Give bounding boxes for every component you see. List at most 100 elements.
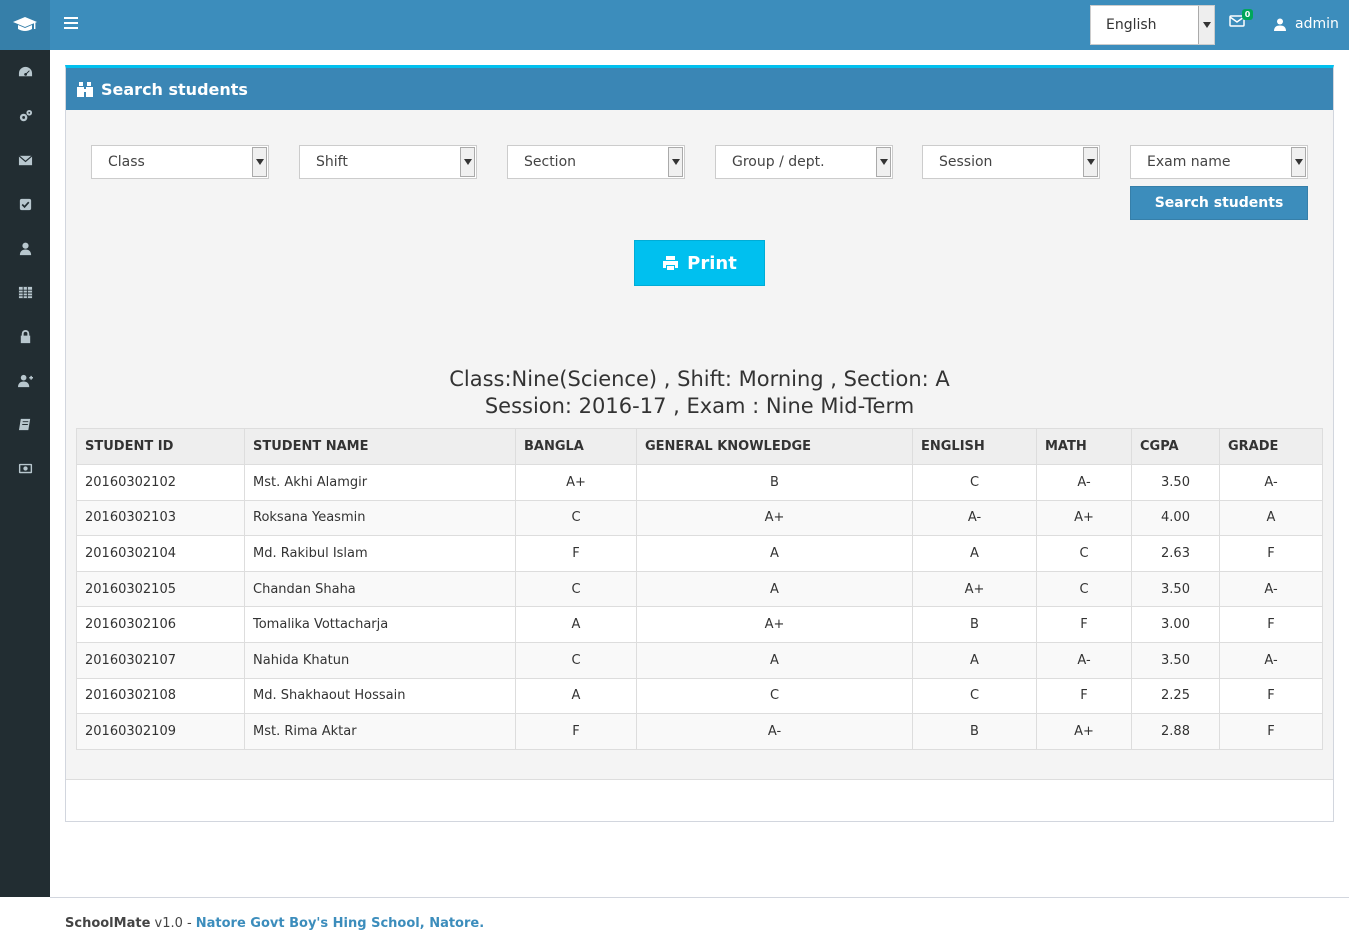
table-cell: A+ <box>636 499 913 537</box>
column-header: STUDENT ID <box>76 428 245 465</box>
session-select-value: Session <box>939 154 993 170</box>
table-cell: A- <box>1219 570 1323 608</box>
sidebar-item-books[interactable] <box>0 402 50 446</box>
language-select-value: English <box>1106 17 1157 33</box>
user-icon <box>19 242 31 255</box>
chevron-down-icon <box>1291 147 1306 177</box>
table-cell: 20160302105 <box>76 570 245 608</box>
table-row: 20160302108 Md. Shakhaout Hossain A C C F 2.25… <box>76 677 1323 715</box>
table-cell: Md. Rakibul Islam <box>244 535 516 572</box>
table-cell: 20160302106 <box>76 606 245 643</box>
table-cell: C <box>515 641 637 679</box>
footer-school-link[interactable]: Natore Govt Boy's Hing School, Natore. <box>196 916 484 931</box>
table-cell: C <box>515 499 637 537</box>
table-cell: F <box>1219 677 1323 715</box>
table-cell: 20160302109 <box>76 713 245 750</box>
chevron-down-icon <box>1083 147 1098 177</box>
sidebar-item-settings[interactable] <box>0 94 50 138</box>
session-select[interactable]: Session <box>922 145 1100 179</box>
chevron-down-icon <box>252 147 267 177</box>
shift-select[interactable]: Shift <box>299 145 477 179</box>
print-button[interactable]: Print <box>634 240 765 286</box>
table-cell: A- <box>912 499 1037 537</box>
messages-button[interactable]: 0 <box>1229 9 1253 34</box>
table-cell: 2.88 <box>1131 713 1220 750</box>
table-cell: A <box>912 535 1037 572</box>
table-cell: 20160302107 <box>76 641 245 679</box>
chevron-down-icon <box>876 147 891 177</box>
table-cell: A <box>515 606 637 643</box>
table-cell: A- <box>1219 641 1323 679</box>
table-row: 20160302106 Tomalika Vottacharja A A+ B F 3.00… <box>76 606 1323 643</box>
group-select[interactable]: Group / dept. <box>715 145 893 179</box>
table-cell: 4.00 <box>1131 499 1220 537</box>
envelope-icon <box>18 154 32 165</box>
table-row: 20160302104 Md. Rakibul Islam F A A C 2.63 F <box>76 535 1323 572</box>
table-cell: C <box>912 677 1037 715</box>
sidebar-item-add-user[interactable] <box>0 358 50 402</box>
table-cell: A- <box>1036 641 1132 679</box>
footer-app-name: SchoolMate <box>65 915 151 931</box>
table-cell: A- <box>1036 464 1132 501</box>
table-cell: A+ <box>1036 713 1132 750</box>
book-icon <box>18 418 30 430</box>
lock-icon <box>20 329 30 343</box>
class-select[interactable]: Class <box>91 145 269 179</box>
table-cell: 2.25 <box>1131 677 1220 715</box>
column-header: CGPA <box>1131 428 1220 465</box>
panel-title: Search students <box>101 79 248 99</box>
table-icon <box>18 286 32 298</box>
table-cell: F <box>1219 535 1323 572</box>
sidebar <box>0 0 50 897</box>
graduation-cap-icon <box>13 17 37 31</box>
table-row: 20160302109 Mst. Rima Aktar F A- B A+ 2.88 F <box>76 713 1323 750</box>
table-cell: C <box>1036 535 1132 572</box>
sidebar-toggle-button[interactable] <box>64 17 78 33</box>
user-name: admin <box>1295 16 1339 32</box>
table-cell: 3.50 <box>1131 641 1220 679</box>
print-button-label: Print <box>687 252 737 274</box>
table-cell: 2.63 <box>1131 535 1220 572</box>
report-title: Class:Nine(Science) , Shift: Morning , S… <box>66 366 1333 420</box>
table-cell: A <box>912 641 1037 679</box>
user-plus-icon <box>17 374 33 387</box>
search-students-panel: Search students Class Shift Section Grou… <box>65 65 1334 822</box>
table-cell: A <box>636 535 913 572</box>
table-cell: A- <box>1219 464 1323 501</box>
table-cell: C <box>912 464 1037 501</box>
table-cell: F <box>515 535 637 572</box>
table-cell: F <box>1036 677 1132 715</box>
dashboard-icon <box>18 66 32 76</box>
table-cell: C <box>1036 570 1132 608</box>
table-cell: F <box>1219 606 1323 643</box>
table-cell: A <box>636 570 913 608</box>
results-table: STUDENT ID STUDENT NAME BANGLA GENERAL K… <box>76 428 1323 750</box>
chevron-down-icon <box>1198 6 1214 44</box>
column-header: STUDENT NAME <box>244 428 516 465</box>
table-cell: A- <box>636 713 913 750</box>
table-header-row: STUDENT ID STUDENT NAME BANGLA GENERAL K… <box>76 428 1323 465</box>
user-menu[interactable]: admin <box>1274 16 1339 32</box>
table-cell: 3.00 <box>1131 606 1220 643</box>
sidebar-item-students[interactable] <box>0 226 50 270</box>
table-cell: F <box>1219 713 1323 750</box>
section-select[interactable]: Section <box>507 145 685 179</box>
table-row: 20160302102 Mst. Akhi Alamgir A+ B C A- 3.50 A- <box>76 464 1323 501</box>
table-cell: A <box>1219 499 1323 537</box>
footer-version: v1.0 - <box>154 915 192 931</box>
sidebar-item-accounts[interactable] <box>0 446 50 490</box>
sidebar-item-security[interactable] <box>0 314 50 358</box>
binoculars-icon <box>77 81 93 97</box>
sidebar-item-messages[interactable] <box>0 138 50 182</box>
top-navbar: English 0 admin <box>50 0 1349 50</box>
table-cell: F <box>1036 606 1132 643</box>
search-students-button[interactable]: Search students <box>1130 186 1308 220</box>
table-cell: A+ <box>515 464 637 501</box>
user-icon <box>1274 18 1286 31</box>
language-select[interactable]: English <box>1090 5 1215 45</box>
sidebar-item-dashboard[interactable] <box>0 50 50 94</box>
exam-select[interactable]: Exam name <box>1130 145 1308 179</box>
sidebar-item-attendance[interactable] <box>0 182 50 226</box>
sidebar-item-results[interactable] <box>0 270 50 314</box>
logo[interactable] <box>0 0 50 50</box>
